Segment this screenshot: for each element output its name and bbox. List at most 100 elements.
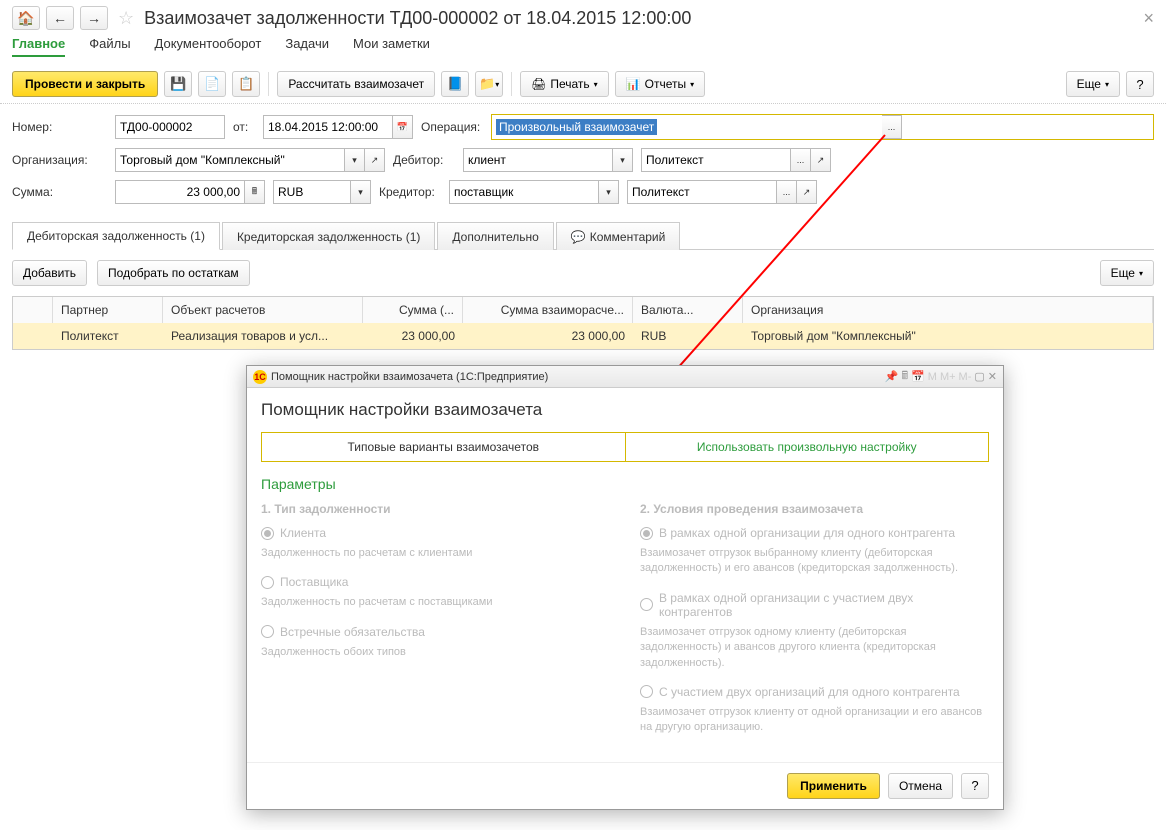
debtor-type-input[interactable] — [463, 148, 613, 172]
number-input[interactable] — [115, 115, 225, 139]
close-icon[interactable]: ✕ — [988, 370, 997, 383]
pin-icon[interactable]: 📌 — [885, 370, 899, 383]
post-button[interactable]: 📄 — [198, 71, 226, 97]
page-title: Взаимозачет задолженности ТД00-000002 от… — [144, 8, 691, 29]
tab-files[interactable]: Файлы — [89, 36, 130, 57]
create-based-button[interactable]: 📁▾ — [475, 71, 503, 97]
operation-input[interactable]: Произвольный взаимозачет — [492, 115, 882, 139]
radio-client[interactable]: Клиента — [261, 526, 610, 540]
post-and-close-button[interactable]: Провести и закрыть — [12, 71, 158, 97]
save-button[interactable]: 💾 — [164, 71, 192, 97]
tab-main[interactable]: Главное — [12, 36, 65, 57]
desc-mutual: Задолженность обоих типов — [261, 645, 610, 660]
cancel-button[interactable]: Отмена — [888, 773, 953, 799]
calculator-icon[interactable]: 🖩 — [245, 180, 265, 204]
number-label: Номер: — [12, 120, 107, 134]
chevron-down-icon[interactable]: ▾ — [599, 180, 619, 204]
radio-cond2[interactable]: В рамках одной организации с участием дв… — [640, 591, 989, 619]
th-partner[interactable]: Партнер — [53, 297, 163, 323]
th-object[interactable]: Объект расчетов — [163, 297, 363, 323]
chevron-down-icon[interactable]: ▾ — [345, 148, 365, 172]
chevron-down-icon[interactable]: ▾ — [613, 148, 633, 172]
radio-cond3[interactable]: С участием двух организаций для одного к… — [640, 685, 989, 699]
back-button[interactable]: ← — [46, 6, 74, 30]
open-icon[interactable]: ↗ — [365, 148, 385, 172]
desc-cond2: Взаимозачет отгрузок одному клиенту (деб… — [640, 625, 989, 671]
th-currency[interactable]: Валюта... — [633, 297, 743, 323]
home-button[interactable]: 🏠 — [12, 6, 40, 30]
dialog-footer: Применить Отмена ? — [247, 762, 1003, 809]
subtab-additional[interactable]: Дополнительно — [437, 222, 553, 250]
apply-button[interactable]: Применить — [787, 773, 880, 799]
data-table: Партнер Объект расчетов Сумма (... Сумма… — [12, 296, 1154, 350]
radio-supplier[interactable]: Поставщика — [261, 575, 610, 589]
debtor-input[interactable] — [641, 148, 791, 172]
subtab-debtor-debt[interactable]: Дебиторская задолженность (1) — [12, 222, 220, 250]
maximize-icon[interactable]: ▢ — [974, 370, 984, 383]
m-minus-icon[interactable]: M- — [959, 371, 972, 383]
actions-row: Добавить Подобрать по остаткам Еще▾ — [0, 250, 1166, 296]
th-org[interactable]: Организация — [743, 297, 1153, 323]
sum-label: Сумма: — [12, 185, 107, 199]
comment-label: Комментарий — [590, 230, 666, 244]
date-input[interactable] — [263, 115, 393, 139]
creditor-input[interactable] — [627, 180, 777, 204]
print-button[interactable]: 🖨Печать▾ — [520, 71, 609, 97]
m-plus-icon[interactable]: M+ — [940, 371, 956, 383]
table-row[interactable]: Политекст Реализация товаров и усл... 23… — [13, 323, 1153, 349]
tab-notes[interactable]: Мои заметки — [353, 36, 430, 57]
comment-icon: 💬 — [571, 230, 586, 244]
creditor-label: Кредитор: — [379, 185, 441, 199]
th-sum[interactable]: Сумма (... — [363, 297, 463, 323]
help-button[interactable]: ? — [961, 773, 989, 799]
sect2-label: 2. Условия проведения взаимозачета — [640, 502, 989, 516]
operation-value: Произвольный взаимозачет — [496, 119, 657, 135]
table-more-button[interactable]: Еще▾ — [1100, 260, 1154, 286]
tab-tasks[interactable]: Задачи — [285, 36, 329, 57]
subtab-creditor-debt[interactable]: Кредиторская задолженность (1) — [222, 222, 435, 250]
org-label: Организация: — [12, 153, 107, 167]
close-icon[interactable]: × — [1143, 8, 1154, 29]
td-partner: Политекст — [53, 323, 163, 349]
favorite-icon[interactable]: ☆ — [118, 8, 134, 29]
add-button[interactable]: Добавить — [12, 260, 87, 286]
currency-input[interactable] — [273, 180, 351, 204]
radio-cond1[interactable]: В рамках одной организации для одного ко… — [640, 526, 989, 540]
th-sum-offset[interactable]: Сумма взаиморасче... — [463, 297, 633, 323]
dialog-tab-typical[interactable]: Типовые варианты взаимозачетов — [262, 433, 626, 461]
dialog-tab-custom[interactable]: Использовать произвольную настройку — [626, 433, 989, 461]
pick-button[interactable]: Подобрать по остаткам — [97, 260, 250, 286]
radio-mutual[interactable]: Встречные обязательства — [261, 625, 610, 639]
separator — [511, 72, 512, 96]
col-conditions: 2. Условия проведения взаимозачета В рам… — [640, 502, 989, 750]
calc-icon[interactable]: 🖩 — [901, 367, 908, 386]
dialog-titlebar[interactable]: 1C Помощник настройки взаимозачета (1С:П… — [247, 366, 1003, 388]
select-button[interactable]: 📘 — [441, 71, 469, 97]
sect1-label: 1. Тип задолженности — [261, 502, 610, 516]
open-icon[interactable]: ↗ — [811, 148, 831, 172]
radio-icon — [640, 527, 653, 540]
calc-button[interactable]: Рассчитать взаимозачет — [277, 71, 435, 97]
more-button[interactable]: Еще▾ — [1066, 71, 1120, 97]
calendar-icon[interactable]: 📅 — [911, 370, 925, 383]
calendar-icon[interactable]: 📅 — [393, 115, 413, 139]
ellipsis-icon[interactable]: ... — [791, 148, 811, 172]
m-icon[interactable]: M — [928, 371, 937, 383]
sum-input[interactable] — [115, 180, 245, 204]
toolbar: Провести и закрыть 💾 📄 📋 Рассчитать взаи… — [0, 65, 1166, 104]
docflow-button[interactable]: 📋 — [232, 71, 260, 97]
reports-button[interactable]: 📊Отчеты▾ — [615, 71, 705, 97]
help-button[interactable]: ? — [1126, 71, 1154, 97]
radio-cond2-label: В рамках одной организации с участием дв… — [659, 591, 989, 619]
open-icon[interactable]: ↗ — [797, 180, 817, 204]
subtab-comment[interactable]: 💬 Комментарий — [556, 222, 681, 250]
dialog-window-title: Помощник настройки взаимозачета (1С:Пред… — [271, 371, 548, 383]
ellipsis-icon[interactable]: ... — [777, 180, 797, 204]
operation-open-icon[interactable]: ... — [882, 115, 902, 139]
tab-docflow[interactable]: Документооборот — [155, 36, 262, 57]
org-input[interactable] — [115, 148, 345, 172]
chevron-down-icon[interactable]: ▾ — [351, 180, 371, 204]
forward-button[interactable]: → — [80, 6, 108, 30]
top-bar: 🏠 ← → ☆ Взаимозачет задолженности ТД00-0… — [0, 0, 1166, 36]
creditor-type-input[interactable] — [449, 180, 599, 204]
